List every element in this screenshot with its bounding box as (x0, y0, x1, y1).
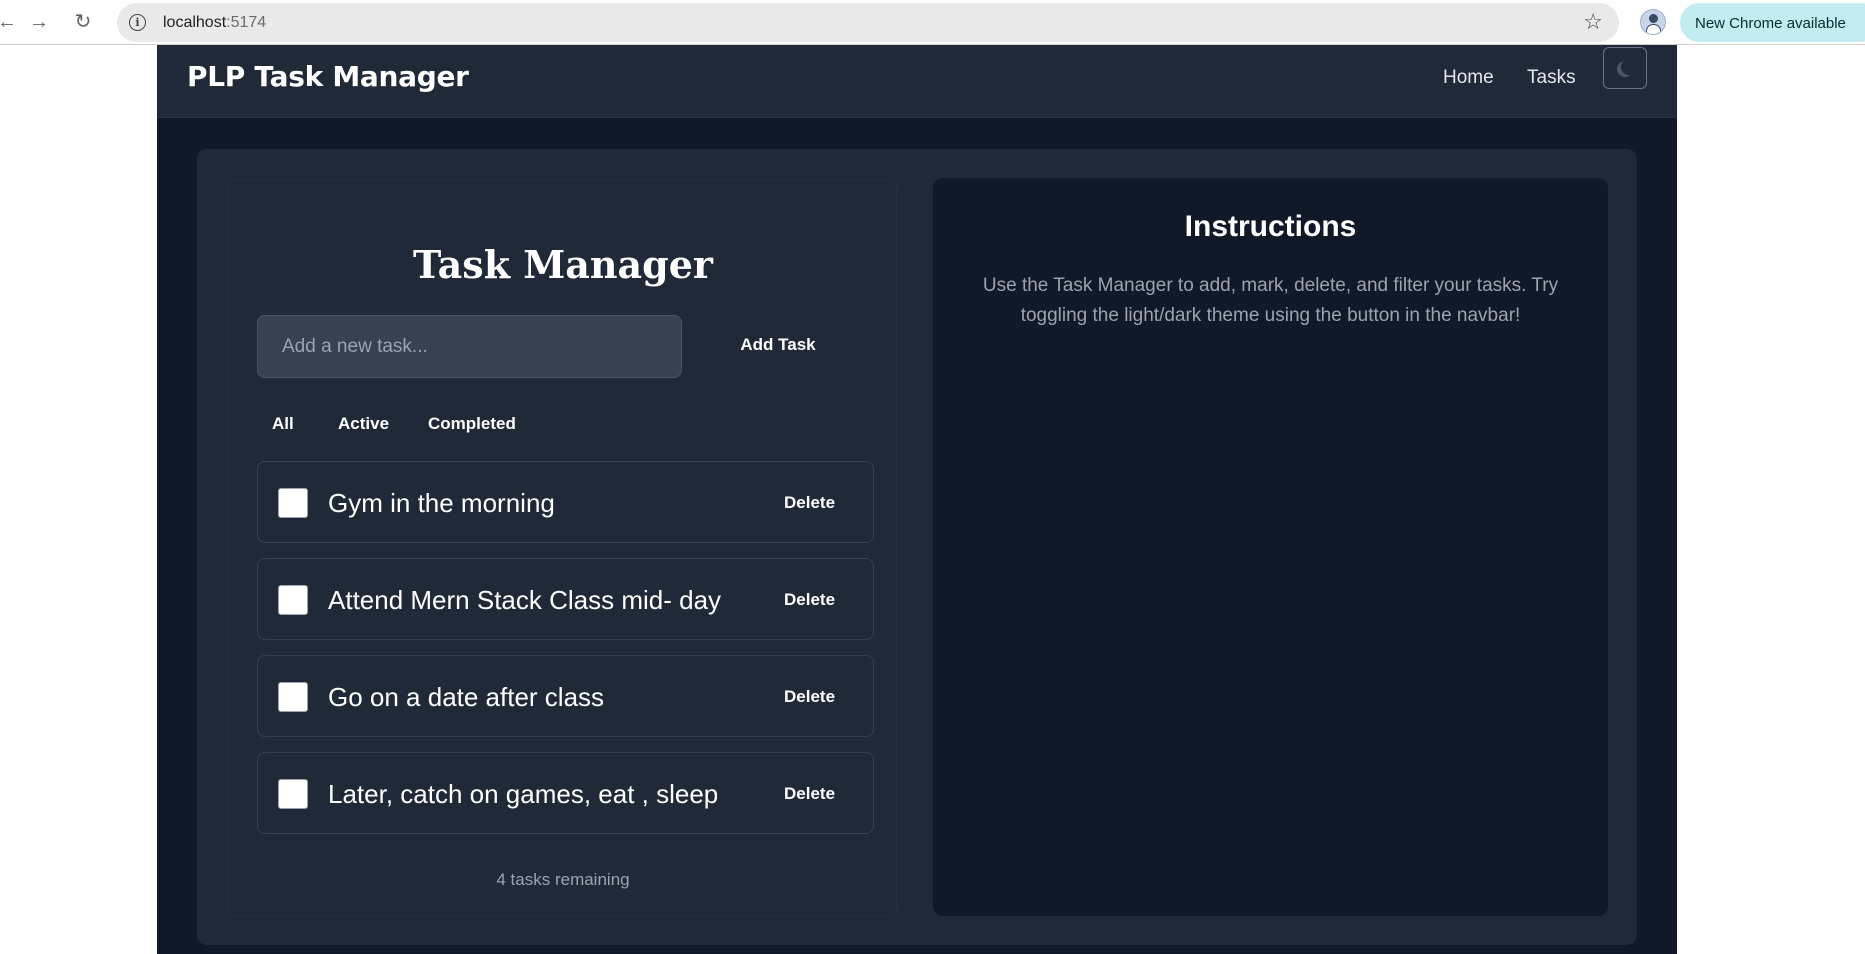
filter-all-button[interactable]: All (272, 414, 294, 434)
nav-home-link[interactable]: Home (1443, 67, 1494, 89)
navbar: PLP Task Manager Home Tasks (157, 45, 1677, 118)
task-checkbox[interactable] (278, 682, 308, 712)
instructions-panel: Instructions Use the Task Manager to add… (933, 178, 1608, 916)
chrome-menu-icon[interactable]: ⋮ (1857, 12, 1865, 32)
browser-toolbar: ← → ↻ i localhost:5174 ☆ New Chrome avai… (0, 0, 1865, 45)
task-manager-title: Task Manager (413, 242, 713, 287)
site-info-icon[interactable]: i (129, 14, 146, 31)
instructions-text: Use the Task Manager to add, mark, delet… (982, 275, 1559, 326)
task-item: Attend Mern Stack Class mid- day Delete (257, 558, 874, 640)
delete-task-button[interactable]: Delete (784, 784, 835, 804)
bookmark-star-icon[interactable]: ☆ (1583, 9, 1603, 35)
task-item: Gym in the morning Delete (257, 461, 874, 543)
moon-icon (1621, 59, 1637, 75)
add-task-button[interactable]: Add Task (718, 322, 838, 367)
page-viewport: PLP Task Manager Home Tasks Task Manager… (0, 45, 1865, 954)
task-item: Go on a date after class Delete (257, 655, 874, 737)
task-checkbox[interactable] (278, 779, 308, 809)
instructions-title: Instructions (1184, 210, 1357, 243)
task-text: Attend Mern Stack Class mid- day (328, 585, 722, 615)
forward-icon[interactable]: → (26, 9, 52, 35)
back-icon[interactable]: ← (0, 9, 20, 35)
reload-icon[interactable]: ↻ (70, 9, 96, 35)
task-text: Later, catch on games, eat , sleep (328, 779, 719, 809)
brand-title[interactable]: PLP Task Manager (187, 60, 469, 93)
delete-task-button[interactable]: Delete (784, 493, 835, 513)
main-card: Task Manager Add Task All Active Complet… (197, 149, 1637, 945)
profile-avatar[interactable] (1640, 9, 1666, 35)
app-root: PLP Task Manager Home Tasks Task Manager… (157, 45, 1677, 954)
task-text: Gym in the morning (328, 488, 555, 518)
address-bar[interactable]: i localhost:5174 ☆ (117, 3, 1619, 42)
task-checkbox[interactable] (278, 488, 308, 518)
url-text[interactable]: localhost:5174 (163, 14, 266, 32)
chrome-update-button[interactable]: New Chrome available (1680, 3, 1865, 42)
task-manager-panel: Task Manager Add Task All Active Complet… (227, 179, 897, 917)
theme-toggle-button[interactable] (1603, 47, 1647, 89)
delete-task-button[interactable]: Delete (784, 590, 835, 610)
filter-active-button[interactable]: Active (338, 414, 389, 434)
new-task-input[interactable] (257, 315, 682, 378)
task-item: Later, catch on games, eat , sleep Delet… (257, 752, 874, 834)
filter-completed-button[interactable]: Completed (428, 414, 516, 434)
tasks-remaining-count: 4 tasks remaining (496, 870, 630, 889)
nav-tasks-link[interactable]: Tasks (1527, 67, 1576, 89)
task-checkbox[interactable] (278, 585, 308, 615)
delete-task-button[interactable]: Delete (784, 687, 835, 707)
task-text: Go on a date after class (328, 682, 605, 712)
